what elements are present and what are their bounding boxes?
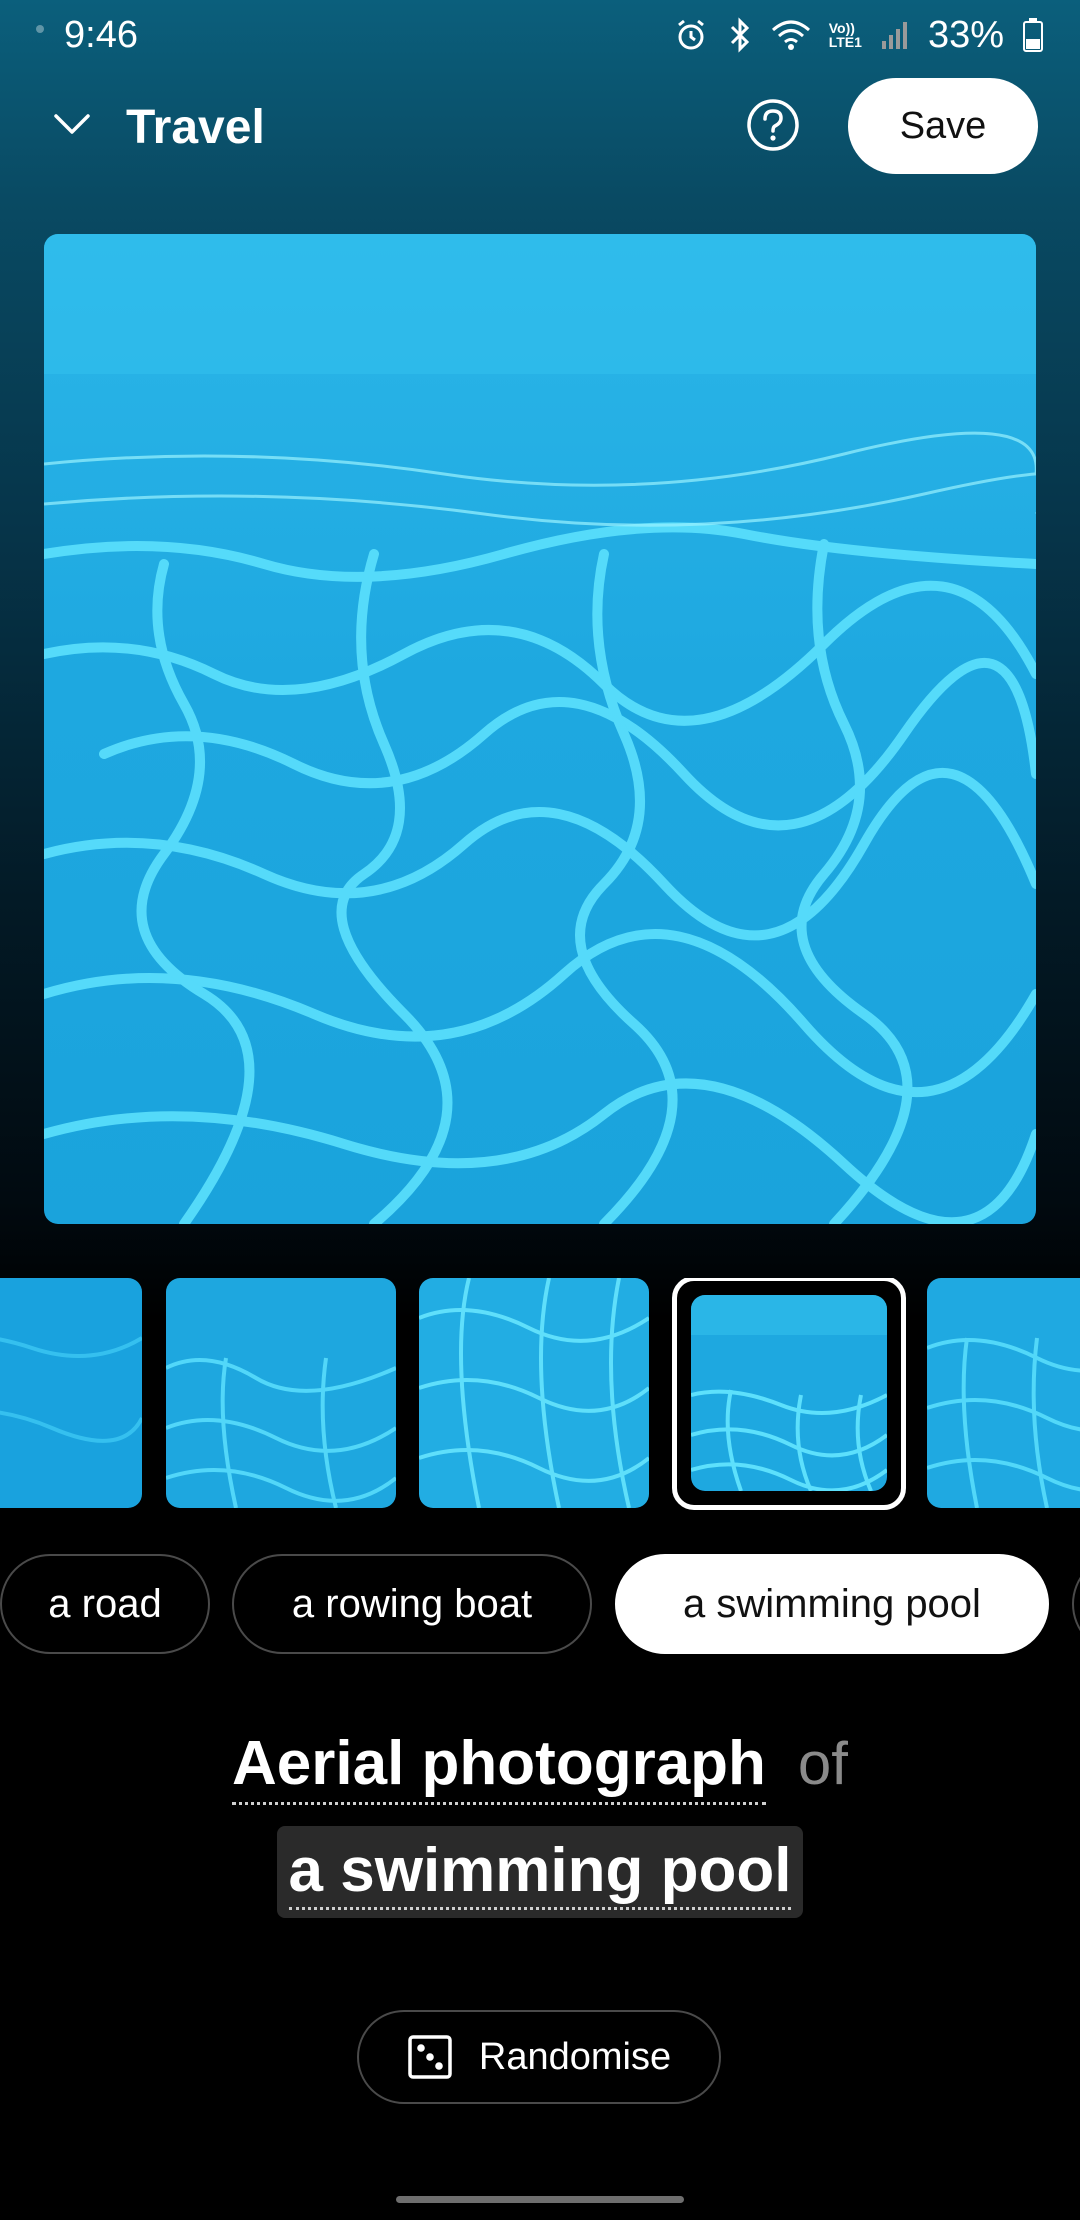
chip-next-partial[interactable]	[1072, 1554, 1080, 1654]
prompt-subject-selector[interactable]: a swimming pool	[288, 1835, 792, 1910]
prompt-line-2: a swimming pool	[0, 1826, 1080, 1920]
thumbnail-option[interactable]	[419, 1278, 649, 1508]
page-title: Travel	[126, 101, 265, 154]
dice-icon	[408, 2035, 452, 2079]
collapse-button[interactable]	[40, 92, 104, 156]
help-button[interactable]	[746, 98, 800, 152]
status-icons: Vo)) LTE1 33%	[673, 10, 1044, 60]
thumbnail-strip	[0, 1278, 1080, 1514]
notification-dot	[36, 25, 44, 33]
thumbnail-selected[interactable]	[672, 1278, 906, 1510]
chevron-down-icon	[54, 114, 90, 134]
network-label-bottom: LTE1	[828, 34, 862, 50]
thumbnail-option[interactable]	[0, 1278, 142, 1508]
prompt-style-selector[interactable]: Aerial photograph	[232, 1726, 766, 1805]
prompt-subject-highlight[interactable]: a swimming pool	[276, 1826, 804, 1918]
randomise-button[interactable]: Randomise	[357, 2010, 721, 2104]
prompt-connector: of	[797, 1730, 848, 1797]
battery-percent: 33%	[927, 14, 1004, 56]
status-time: 9:46	[64, 14, 138, 56]
header: Travel Save	[0, 72, 1080, 182]
battery-icon	[1022, 17, 1044, 53]
status-bar: 9:46 Vo)) LTE1 33%	[0, 0, 1080, 70]
chip-a-road[interactable]: a road	[0, 1554, 210, 1654]
thumbnail-option[interactable]	[166, 1278, 396, 1508]
alarm-icon	[673, 17, 709, 53]
prompt-line-1: Aerial photograph of	[0, 1726, 1080, 1806]
volte-lte-icon: Vo)) LTE1	[829, 21, 862, 49]
save-button[interactable]: Save	[848, 78, 1038, 174]
signal-icon	[880, 19, 910, 51]
chip-a-rowing-boat[interactable]: a rowing boat	[232, 1554, 592, 1654]
network-label-top: Vo))	[828, 20, 855, 36]
chip-a-swimming-pool[interactable]: a swimming pool	[615, 1554, 1049, 1654]
bluetooth-icon	[727, 17, 753, 53]
thumbnail-option[interactable]	[927, 1278, 1080, 1508]
generated-image-preview	[44, 234, 1036, 1224]
subject-chips: a road a rowing boat a swimming pool	[0, 1554, 1080, 1660]
question-circle-icon	[747, 99, 799, 151]
home-indicator[interactable]	[396, 2196, 684, 2203]
wifi-icon	[771, 18, 811, 52]
randomise-label: Randomise	[478, 2035, 672, 2078]
